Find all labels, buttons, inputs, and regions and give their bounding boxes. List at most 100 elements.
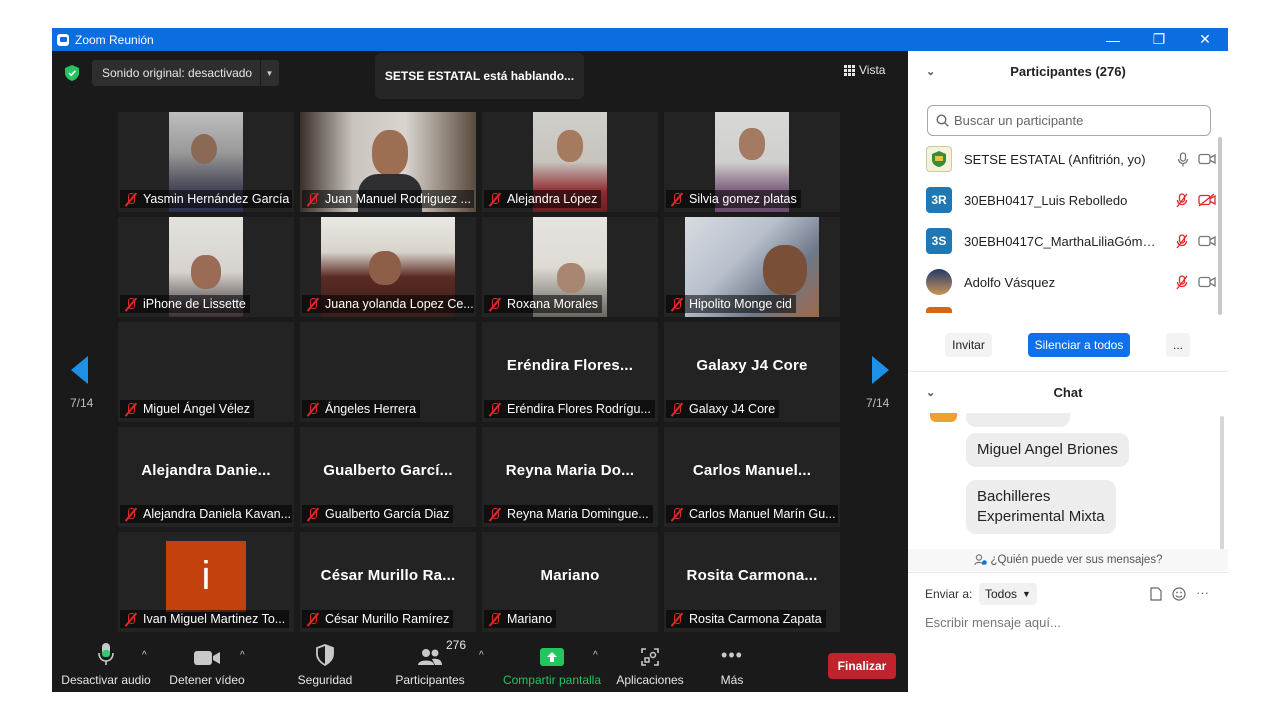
mute-audio-button[interactable]: Desactivar audio [60, 638, 152, 687]
collapse-chevron-icon[interactable]: ⌄ [926, 386, 935, 399]
video-camera-icon[interactable] [1198, 276, 1216, 288]
video-tile[interactable]: Carlos Manuel... Carlos Manuel Marín Gu.… [664, 427, 840, 527]
muted-mic-icon [305, 297, 321, 311]
video-tile[interactable]: Mariano Mariano [482, 532, 658, 632]
participant-label: Yasmin Hernández García [120, 190, 292, 208]
zoom-logo-icon [57, 33, 69, 46]
participant-row[interactable]: 3R 30EBH0417_Luis Rebolledo [926, 182, 1216, 218]
emblem-icon [932, 151, 946, 167]
microphone-icon [98, 643, 114, 665]
chat-message: Bachilleres Experimental Mixta [966, 480, 1116, 534]
stop-video-button[interactable]: Detener vídeo [164, 638, 250, 687]
participant-row[interactable]: SETSE ESTATAL (Anfitrión, yo) [926, 141, 1216, 177]
apps-button[interactable]: Aplicaciones [612, 638, 688, 687]
video-tile[interactable]: Miguel Ángel Vélez [118, 322, 294, 422]
video-tile[interactable]: Galaxy J4 Core Galaxy J4 Core [664, 322, 840, 422]
video-tile[interactable]: Alejandra López [482, 112, 658, 212]
video-tile[interactable]: Roxana Morales [482, 217, 658, 317]
grid-view-icon [844, 64, 855, 76]
participant-avatar [926, 269, 952, 295]
video-tile[interactable]: Hipolito Monge cid [664, 217, 840, 317]
emoji-icon[interactable] [1172, 587, 1186, 601]
collapse-chevron-icon[interactable]: ⌄ [926, 65, 935, 78]
divider [908, 572, 1228, 573]
participant-label: Ivan Miguel Martinez To... [120, 610, 290, 628]
video-tile[interactable]: i Ivan Miguel Martinez To... [118, 532, 294, 632]
participant-name: 30EBH0417_Luis Rebolledo [964, 192, 1128, 208]
mute-all-button[interactable]: Silenciar a todos [1028, 333, 1130, 357]
participant-avatar: 3R [926, 187, 952, 213]
video-tile[interactable]: Juana yolanda Lopez Ce... [300, 217, 476, 317]
chat-message: Miguel Angel Briones [966, 433, 1129, 467]
previous-page-arrow-icon[interactable] [71, 356, 88, 384]
view-button[interactable]: Vista [844, 63, 885, 77]
encryption-shield-icon[interactable] [65, 65, 79, 81]
original-sound-toggle[interactable]: Sonido original: desactivado ▼ [92, 60, 279, 86]
minimize-button[interactable]: — [1090, 28, 1136, 51]
participants-more-button[interactable]: ... [1166, 333, 1190, 357]
participant-row[interactable]: Adolfo Vásquez [926, 264, 1216, 300]
video-tile[interactable]: Juan Manuel Rodriguez ... [300, 112, 476, 212]
participant-label: Galaxy J4 Core [666, 400, 780, 418]
video-tile[interactable]: Alejandra Danie... Alejandra Daniela Kav… [118, 427, 294, 527]
next-page-arrow-icon[interactable] [872, 356, 889, 384]
video-tile[interactable]: Reyna Maria Do... Reyna Maria Domingue..… [482, 427, 658, 527]
video-camera-icon[interactable] [1198, 153, 1216, 165]
participant-label: Miguel Ángel Vélez [120, 400, 255, 418]
search-icon [936, 114, 949, 127]
muted-mic-icon [123, 612, 139, 626]
video-tile[interactable]: Gualberto Garcí... Gualberto García Diaz [300, 427, 476, 527]
chat-more-icon[interactable]: ··· [1196, 585, 1209, 600]
invite-button[interactable]: Invitar [945, 333, 992, 357]
muted-mic-icon[interactable] [1175, 233, 1189, 249]
participants-icon [418, 649, 442, 665]
video-off-icon[interactable] [1198, 193, 1216, 207]
participant-row[interactable]: 3S 30EBH0417C_MarthaLiliaGómez... [926, 223, 1216, 259]
muted-mic-icon [305, 612, 321, 626]
video-tile[interactable]: iPhone de Lissette [118, 217, 294, 317]
participant-name: Adolfo Vásquez [964, 274, 1056, 290]
participants-scrollbar[interactable] [1218, 137, 1222, 315]
chat-message-input[interactable]: Escribir mensaje aquí... [925, 615, 1061, 630]
muted-mic-icon [669, 507, 685, 521]
muted-mic-icon[interactable] [1175, 274, 1189, 290]
chevron-up-icon[interactable]: ^ [479, 650, 484, 661]
participant-label: iPhone de Lissette [120, 295, 250, 313]
participant-avatar: i [166, 541, 246, 612]
security-button[interactable]: Seguridad [290, 638, 360, 687]
chevron-up-icon[interactable]: ^ [593, 650, 598, 661]
send-to-dropdown[interactable]: Todos ▼ [979, 583, 1037, 605]
gallery-grid: Yasmin Hernández García Juan Manuel Rodr… [118, 112, 842, 635]
video-tile[interactable]: Rosita Carmona... Rosita Carmona Zapata [664, 532, 840, 632]
video-tile[interactable]: Eréndira Flores... Eréndira Flores Rodrí… [482, 322, 658, 422]
video-tile[interactable]: César Murillo Ra... César Murillo Ramíre… [300, 532, 476, 632]
search-placeholder: Buscar un participante [954, 113, 1084, 128]
share-screen-button[interactable]: Compartir pantalla [500, 638, 604, 687]
participant-search-input[interactable]: Buscar un participante [927, 105, 1211, 136]
microphone-icon[interactable] [1177, 151, 1189, 167]
close-button[interactable]: ✕ [1182, 28, 1228, 51]
chevron-up-icon[interactable]: ^ [142, 650, 147, 661]
maximize-button[interactable]: ❐ [1136, 28, 1182, 51]
chat-scrollbar[interactable] [1220, 416, 1224, 568]
chevron-up-icon[interactable]: ^ [240, 650, 245, 661]
window-title: Zoom Reunión [75, 32, 154, 47]
participant-label: Hipolito Monge cid [666, 295, 796, 313]
video-tile[interactable]: Yasmin Hernández García [118, 112, 294, 212]
message-visibility-link[interactable]: ¿Quién puede ver sus mensajes? [908, 549, 1228, 571]
muted-mic-icon[interactable] [1175, 192, 1189, 208]
video-tile[interactable]: Ángeles Herrera [300, 322, 476, 422]
participant-label: Juan Manuel Rodriguez ... [302, 190, 474, 208]
muted-mic-icon [123, 297, 139, 311]
end-meeting-button[interactable]: Finalizar [828, 653, 896, 679]
chat-bubble-partial [966, 413, 1070, 427]
file-icon[interactable] [1150, 587, 1162, 601]
more-button[interactable]: ••• Más [712, 638, 752, 687]
video-camera-icon[interactable] [1198, 235, 1216, 247]
mute-audio-label: Desactivar audio [61, 673, 151, 687]
muted-mic-icon [487, 402, 503, 416]
video-tile[interactable]: Silvia gomez platas [664, 112, 840, 212]
chevron-down-icon[interactable]: ▼ [260, 60, 278, 86]
participant-label: Eréndira Flores Rodrígu... [484, 400, 655, 418]
muted-mic-icon [669, 297, 685, 311]
